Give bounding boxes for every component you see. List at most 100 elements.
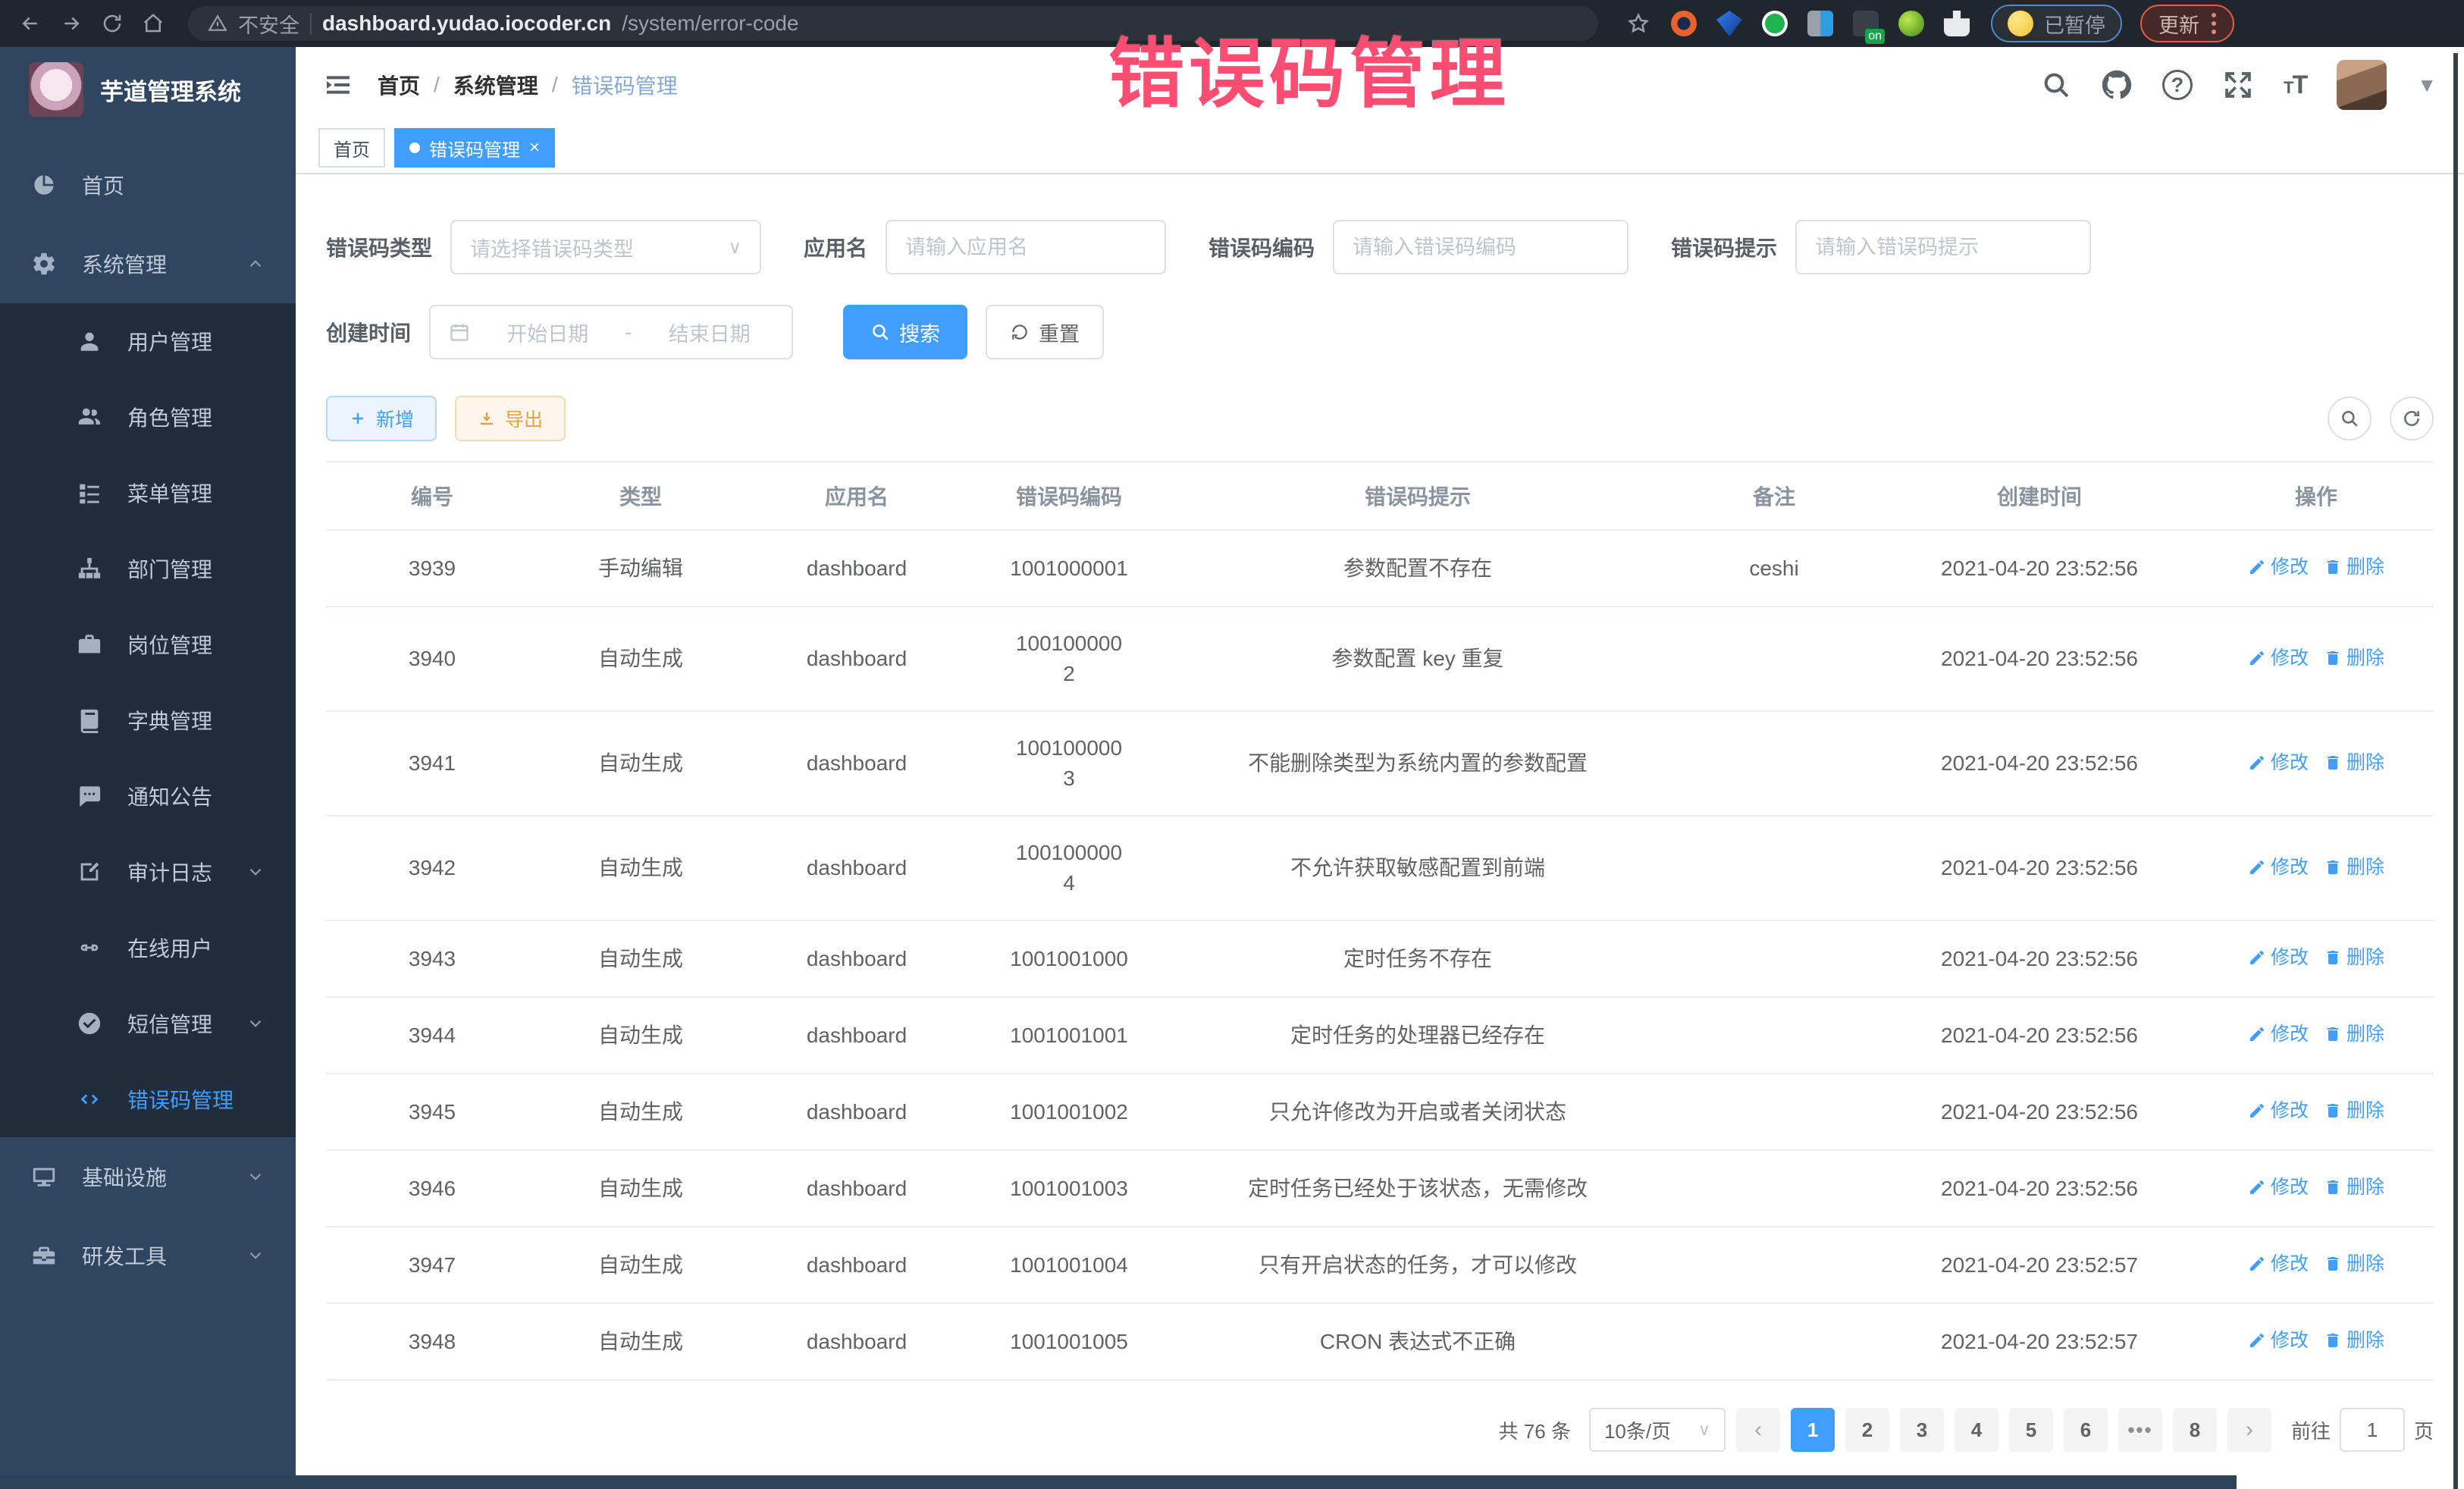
edit-link[interactable]: 修改 bbox=[2248, 852, 2309, 882]
reset-button[interactable]: 重置 bbox=[986, 305, 1104, 359]
sidebar-item-sms[interactable]: 短信管理 bbox=[0, 986, 296, 1061]
breadcrumb-system[interactable]: 系统管理 bbox=[453, 70, 538, 100]
avatar[interactable] bbox=[2337, 60, 2387, 110]
tag-home[interactable]: 首页 bbox=[318, 128, 385, 168]
sidebar-item-infra[interactable]: 基础设施 bbox=[0, 1137, 296, 1216]
sidebar-item-roles[interactable]: 角色管理 bbox=[0, 379, 296, 455]
goto-label: 前往 bbox=[2291, 1416, 2331, 1444]
page-button[interactable]: 2 bbox=[1845, 1408, 1889, 1452]
next-page-button[interactable]: › bbox=[2227, 1408, 2271, 1452]
page-button[interactable]: 1 bbox=[1791, 1408, 1835, 1452]
edit-link[interactable]: 修改 bbox=[2248, 1249, 2309, 1279]
edit-link[interactable]: 修改 bbox=[2248, 1172, 2309, 1202]
home-icon[interactable] bbox=[136, 7, 170, 40]
browser-menu-icon[interactable] bbox=[2212, 13, 2216, 34]
profile-paused-pill[interactable]: 已暂停 bbox=[1991, 5, 2122, 42]
extension-icon[interactable] bbox=[1944, 11, 1970, 36]
end-date-placeholder: 结束日期 bbox=[646, 318, 774, 347]
help-icon[interactable]: ? bbox=[2162, 70, 2193, 100]
error-code-input[interactable] bbox=[1353, 236, 1609, 259]
extension-icon[interactable] bbox=[1762, 11, 1788, 36]
font-size-icon[interactable]: TT bbox=[2284, 71, 2306, 100]
sidebar-item-audit-log[interactable]: 审计日志 bbox=[0, 834, 296, 910]
fullscreen-icon[interactable] bbox=[2223, 70, 2253, 100]
edit-link[interactable]: 修改 bbox=[2248, 942, 2309, 973]
error-type-select[interactable]: 请选择错误码类型 ∨ bbox=[450, 220, 761, 274]
extension-icon[interactable] bbox=[1853, 11, 1879, 36]
refresh-button[interactable] bbox=[2390, 397, 2434, 440]
edit-link[interactable]: 修改 bbox=[2248, 552, 2309, 582]
extension-icon[interactable] bbox=[1807, 11, 1833, 36]
delete-link[interactable]: 删除 bbox=[2324, 1096, 2384, 1126]
edit-link[interactable]: 修改 bbox=[2248, 1096, 2309, 1126]
sidebar-item-users[interactable]: 用户管理 bbox=[0, 303, 296, 379]
edit-link[interactable]: 修改 bbox=[2248, 1325, 2309, 1356]
toggle-search-button[interactable] bbox=[2328, 397, 2372, 440]
goto-page-input[interactable] bbox=[2340, 1408, 2405, 1452]
forward-icon[interactable] bbox=[55, 7, 88, 40]
select-placeholder: 请选择错误码类型 bbox=[470, 233, 634, 262]
sidebar-item-home[interactable]: 首页 bbox=[0, 146, 296, 224]
cell-msg: 定时任务已经处于该状态，无需修改 bbox=[1168, 1150, 1668, 1227]
delete-link[interactable]: 删除 bbox=[2324, 1019, 2384, 1049]
search-icon[interactable] bbox=[2041, 70, 2071, 100]
edit-link[interactable]: 修改 bbox=[2248, 748, 2309, 778]
page-button[interactable]: 3 bbox=[1900, 1408, 1944, 1452]
page-ellipsis[interactable]: ••• bbox=[2118, 1408, 2162, 1452]
bookmark-star-icon[interactable] bbox=[1625, 11, 1651, 36]
app-name-input[interactable] bbox=[905, 236, 1146, 259]
error-msg-input[interactable] bbox=[1815, 236, 2071, 259]
tag-error-code[interactable]: 错误码管理 × bbox=[394, 128, 555, 168]
delete-link[interactable]: 删除 bbox=[2324, 1249, 2384, 1279]
cell-memo bbox=[1668, 1227, 1880, 1303]
sidebar-item-error-code[interactable]: 错误码管理 bbox=[0, 1061, 296, 1137]
add-button[interactable]: 新增 bbox=[326, 396, 437, 441]
date-range-picker[interactable]: 开始日期 - 结束日期 bbox=[429, 305, 793, 359]
delete-link[interactable]: 删除 bbox=[2324, 552, 2384, 582]
breadcrumb-home[interactable]: 首页 bbox=[378, 70, 420, 100]
table-row: 3942自动生成dashboard100100000 4不允许获取敏感配置到前端… bbox=[326, 816, 2434, 920]
chevron-down-icon: ∨ bbox=[1698, 1420, 1710, 1440]
delete-link[interactable]: 删除 bbox=[2324, 1172, 2384, 1202]
sidebar-item-posts[interactable]: 岗位管理 bbox=[0, 607, 296, 682]
close-icon[interactable]: × bbox=[529, 137, 540, 158]
delete-link[interactable]: 删除 bbox=[2324, 942, 2384, 973]
sidebar-item-depts[interactable]: 部门管理 bbox=[0, 531, 296, 607]
back-icon[interactable] bbox=[14, 7, 47, 40]
delete-link[interactable]: 删除 bbox=[2324, 643, 2384, 673]
sidebar-item-dict[interactable]: 字典管理 bbox=[0, 682, 296, 758]
sidebar-item-online-users[interactable]: 在线用户 bbox=[0, 910, 296, 986]
sidebar-item-notice[interactable]: 通知公告 bbox=[0, 758, 296, 834]
chrome-update-button[interactable]: 更新 bbox=[2140, 5, 2234, 42]
search-button[interactable]: 搜索 bbox=[843, 305, 967, 359]
table-header-row: 编号 类型 应用名 错误码编码 错误码提示 备注 创建时间 操作 bbox=[326, 462, 2434, 530]
reload-icon[interactable] bbox=[96, 7, 129, 40]
extension-icon[interactable] bbox=[1716, 11, 1742, 36]
edit-link[interactable]: 修改 bbox=[2248, 1019, 2309, 1049]
extension-icon[interactable] bbox=[1898, 11, 1924, 36]
code-icon bbox=[76, 1086, 103, 1113]
edit-link[interactable]: 修改 bbox=[2248, 643, 2309, 673]
chevron-down-icon bbox=[246, 862, 265, 882]
page-button[interactable]: 8 bbox=[2173, 1408, 2217, 1452]
dashboard-icon bbox=[30, 171, 58, 199]
delete-link[interactable]: 删除 bbox=[2324, 852, 2384, 882]
sidebar-item-system[interactable]: 系统管理 bbox=[0, 224, 296, 303]
caret-down-icon[interactable]: ▼ bbox=[2417, 74, 2437, 97]
hamburger-icon[interactable] bbox=[323, 70, 353, 100]
scrollbar[interactable] bbox=[2453, 53, 2458, 1489]
sidebar-item-label: 短信管理 bbox=[127, 1008, 212, 1039]
github-icon[interactable] bbox=[2102, 70, 2132, 100]
cell-msg: 参数配置 key 重复 bbox=[1168, 607, 1668, 711]
delete-link[interactable]: 删除 bbox=[2324, 1325, 2384, 1356]
page-button[interactable]: 5 bbox=[2009, 1408, 2053, 1452]
extension-icon[interactable] bbox=[1671, 11, 1697, 36]
sidebar-item-menus[interactable]: 菜单管理 bbox=[0, 455, 296, 531]
delete-link[interactable]: 删除 bbox=[2324, 748, 2384, 778]
export-button[interactable]: 导出 bbox=[455, 396, 566, 441]
prev-page-button[interactable]: ‹ bbox=[1736, 1408, 1780, 1452]
page-size-select[interactable]: 10条/页 ∨ bbox=[1589, 1408, 1726, 1452]
sidebar-item-dev-tools[interactable]: 研发工具 bbox=[0, 1216, 296, 1295]
page-button[interactable]: 6 bbox=[2064, 1408, 2108, 1452]
page-button[interactable]: 4 bbox=[1955, 1408, 1998, 1452]
